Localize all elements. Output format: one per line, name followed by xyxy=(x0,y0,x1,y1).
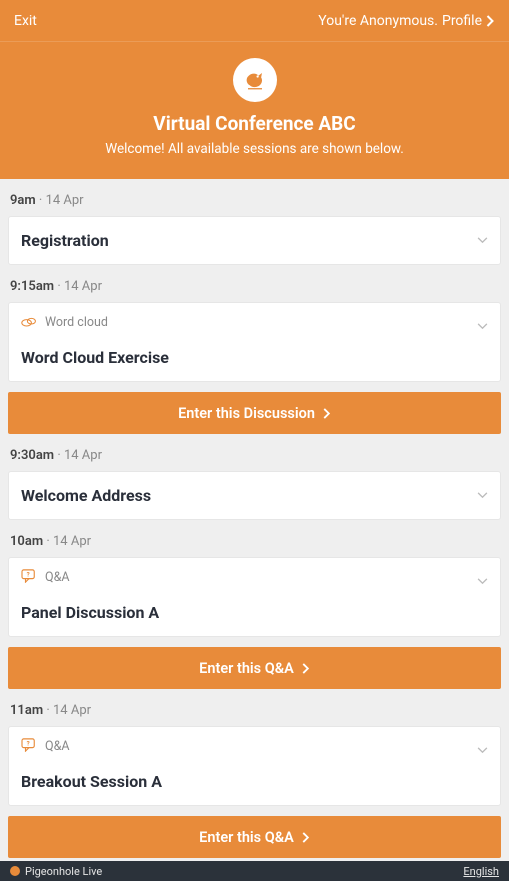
session-title: Panel Discussion A xyxy=(9,593,500,636)
session-date: 14 Apr xyxy=(46,193,84,208)
svg-text:?: ? xyxy=(27,571,30,578)
language-selector[interactable]: English xyxy=(463,865,499,878)
session-type-label: Q&A xyxy=(45,739,70,754)
cta-label: Enter this Discussion xyxy=(178,405,315,422)
enter-qa-button[interactable]: Enter this Q&A xyxy=(8,647,501,689)
session-card[interactable]: Welcome Address xyxy=(8,471,501,520)
exit-link[interactable]: Exit xyxy=(14,13,37,29)
session-date: 14 Apr xyxy=(64,279,102,294)
session-time: 10am xyxy=(10,534,43,549)
session-card[interactable]: ? Q&A Breakout Session A xyxy=(8,726,501,806)
event-title: Virtual Conference ABC xyxy=(10,112,499,135)
session-card[interactable]: Word cloud Word Cloud Exercise xyxy=(8,302,501,382)
footer-brand[interactable]: Pigeonhole Live xyxy=(10,865,102,878)
session-time-label: 9:15am · 14 Apr xyxy=(0,265,509,302)
session-date: 14 Apr xyxy=(53,703,91,718)
session-date: 14 Apr xyxy=(64,448,102,463)
event-logo xyxy=(233,58,277,102)
top-bar: Exit You're Anonymous. Profile xyxy=(0,0,509,42)
enter-qa-button[interactable]: Enter this Q&A xyxy=(8,816,501,858)
sessions-list[interactable]: 9am · 14 Apr Registration 9:15am · 14 Ap… xyxy=(0,179,509,870)
session-time: 9:30am xyxy=(10,448,54,463)
session-card[interactable]: ? Q&A Panel Discussion A xyxy=(8,557,501,637)
session-title: Word Cloud Exercise xyxy=(9,338,500,381)
session-type-label: Q&A xyxy=(45,570,70,585)
chevron-right-icon xyxy=(302,663,310,674)
chevron-down-icon xyxy=(477,739,488,758)
chevron-down-icon xyxy=(477,484,488,503)
svg-text:?: ? xyxy=(27,740,30,747)
qa-icon: ? xyxy=(21,737,37,756)
chevron-right-icon xyxy=(302,832,310,843)
session-time-label: 10am · 14 Apr xyxy=(0,520,509,557)
qa-icon: ? xyxy=(21,568,37,587)
session-time: 11am xyxy=(10,703,43,718)
chevron-down-icon xyxy=(477,315,488,334)
session-card[interactable]: Registration xyxy=(8,216,501,265)
session-date: 14 Apr xyxy=(53,534,91,549)
profile-link[interactable]: You're Anonymous. Profile xyxy=(318,13,495,29)
cta-label: Enter this Q&A xyxy=(199,660,294,677)
profile-label: Profile xyxy=(442,13,482,29)
session-time-label: 11am · 14 Apr xyxy=(0,689,509,726)
session-title: Welcome Address xyxy=(9,472,500,519)
enter-discussion-button[interactable]: Enter this Discussion xyxy=(8,392,501,434)
brand-dot-icon xyxy=(10,866,20,876)
chevron-down-icon xyxy=(477,229,488,248)
profile-prefix: You're Anonymous. xyxy=(318,13,438,29)
chevron-right-icon xyxy=(486,15,495,27)
brand-label: Pigeonhole Live xyxy=(25,865,102,878)
session-time-label: 9:30am · 14 Apr xyxy=(0,434,509,471)
session-time-label: 9am · 14 Apr xyxy=(0,179,509,216)
chevron-down-icon xyxy=(477,570,488,589)
event-subtitle: Welcome! All available sessions are show… xyxy=(10,141,499,157)
cta-label: Enter this Q&A xyxy=(199,829,294,846)
wordcloud-icon xyxy=(21,313,37,332)
session-title: Registration xyxy=(9,217,500,264)
bird-icon xyxy=(241,66,269,94)
footer-bar: Pigeonhole Live English xyxy=(0,861,509,881)
session-time: 9:15am xyxy=(10,279,54,294)
hero-banner: Virtual Conference ABC Welcome! All avai… xyxy=(0,42,509,179)
session-type-label: Word cloud xyxy=(45,315,108,330)
session-time: 9am xyxy=(10,193,36,208)
session-title: Breakout Session A xyxy=(9,762,500,805)
chevron-right-icon xyxy=(323,408,331,419)
